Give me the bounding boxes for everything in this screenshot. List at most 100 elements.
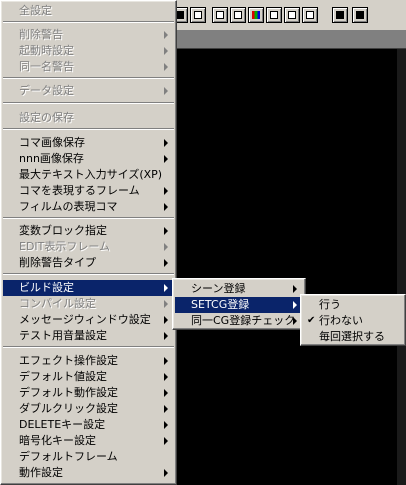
menu-item-frame-representation[interactable]: コマを表現するフレーム: [3, 183, 174, 199]
menu-item-delete-warning-type[interactable]: 削除警告タイプ: [3, 255, 174, 271]
menu-item-variable-block[interactable]: 変数ブロック指定: [3, 223, 174, 239]
option-do[interactable]: 行う: [303, 297, 403, 313]
menu-item-test-volume-settings[interactable]: テスト用音量設定: [3, 328, 174, 344]
menu-item-label: コマを表現するフレーム: [19, 184, 140, 197]
submenu-arrow-icon: [164, 139, 168, 147]
submenu-arrow-icon: [164, 357, 168, 365]
menu-item-label: 同一CG登録チェック: [191, 314, 296, 327]
text-icon[interactable]: [302, 7, 318, 23]
menu-item-behavior-settings[interactable]: 動作設定: [3, 465, 174, 481]
menu-item-label: 変数ブロック指定: [19, 224, 107, 237]
menu-item-compile-settings: コンパイル設定: [3, 296, 174, 312]
submenu-arrow-icon: [164, 437, 168, 445]
menu-item-label: 動作設定: [19, 466, 63, 479]
menu-item-label: 設定の保存: [19, 111, 74, 124]
submenu-arrow-icon: [164, 421, 168, 429]
option-do-not[interactable]: ✔ 行わない: [303, 313, 403, 329]
submenu-item-setcg-registration[interactable]: SETCG登録: [175, 297, 303, 313]
submenu-arrow-icon: [164, 259, 168, 267]
setcg-submenu: 行う ✔ 行わない 毎回選択する: [300, 294, 406, 346]
menu-item-max-text-input-size[interactable]: 最大テキスト入力サイズ(XP): [3, 167, 174, 183]
menu-item-label: 起動時設定: [19, 44, 74, 57]
menu-separator: [3, 21, 174, 23]
submenu-arrow-icon: [164, 31, 168, 39]
menu-item-label: 全設定: [19, 4, 52, 17]
menu-item-label: ダブルクリック設定: [19, 402, 118, 415]
document-titlebar: [168, 31, 406, 49]
settings-menu: 全設定削除警告起動時設定同一名警告データ設定設定の保存コマ画像保存 nnn画像保存…: [0, 0, 177, 485]
checkmark-icon: ✔: [307, 315, 316, 326]
menu-item-default-action-settings[interactable]: デフォルト動作設定: [3, 385, 174, 401]
menu-item-message-window-settings[interactable]: メッセージウィンドウ設定: [3, 312, 174, 328]
menu-separator: [3, 273, 174, 275]
layout-icon[interactable]: [332, 7, 348, 23]
submenu-arrow-icon: [164, 87, 168, 95]
menu-item-label: EDIT表示フレーム: [19, 240, 111, 253]
submenu-arrow-icon: [293, 285, 297, 293]
menu-item-nnn-image-save[interactable]: nnn画像保存: [3, 151, 174, 167]
menu-item-label: コマ画像保存: [19, 136, 85, 149]
menu-item-startup-settings: 起動時設定: [3, 43, 174, 59]
menu-item-label: 毎回選択する: [319, 330, 385, 343]
layout-icon[interactable]: [352, 7, 368, 23]
menu-item-label: DELETEキー設定: [19, 418, 106, 431]
caption-icon[interactable]: [266, 7, 282, 23]
submenu-arrow-icon: [164, 469, 168, 477]
submenu-arrow-icon: [293, 317, 297, 325]
menu-item-label: ビルド設定: [19, 281, 74, 294]
menu-item-double-click-settings[interactable]: ダブルクリック設定: [3, 401, 174, 417]
submenu-arrow-icon: [164, 203, 168, 211]
menu-item-default-value-settings[interactable]: デフォルト値設定: [3, 369, 174, 385]
submenu-arrow-icon: [164, 284, 168, 292]
menu-item-delete-key-settings[interactable]: DELETEキー設定: [3, 417, 174, 433]
window-icon[interactable]: [190, 7, 206, 23]
menu-item-label: デフォルトフレーム: [19, 450, 118, 463]
menu-separator: [3, 128, 174, 130]
submenu-arrow-icon: [164, 227, 168, 235]
menu-item-save-settings: 設定の保存: [3, 110, 174, 126]
submenu-arrow-icon: [164, 47, 168, 55]
menu-item-label: 削除警告: [19, 28, 63, 41]
menu-item-delete-warning: 削除警告: [3, 27, 174, 43]
menu-item-frame-image-save[interactable]: コマ画像保存: [3, 135, 174, 151]
page-icon[interactable]: [230, 7, 246, 23]
menu-item-label: メッセージウィンドウ設定: [19, 313, 151, 326]
menu-item-label: エフェクト操作設定: [19, 354, 118, 367]
menu-separator: [3, 217, 174, 219]
menu-item-label: SETCG登録: [191, 298, 250, 311]
option-ask-each-time[interactable]: 毎回選択する: [303, 329, 403, 345]
submenu-arrow-icon: [164, 155, 168, 163]
list-icon[interactable]: [212, 7, 228, 23]
menu-separator: [3, 77, 174, 79]
menu-item-label: 行わない: [319, 314, 363, 327]
menu-item-label: 暗号化キー設定: [19, 434, 96, 447]
menu-item-all-settings: 全設定: [3, 3, 174, 19]
submenu-arrow-icon: [164, 63, 168, 71]
document-icon[interactable]: [284, 7, 300, 23]
submenu-item-same-cg-check[interactable]: 同一CG登録チェック: [175, 313, 303, 329]
submenu-arrow-icon: [164, 389, 168, 397]
menu-item-label: 同一名警告: [19, 60, 74, 73]
menu-item-effect-operation-settings[interactable]: エフェクト操作設定: [3, 353, 174, 369]
menu-item-label: デフォルト動作設定: [19, 386, 118, 399]
submenu-arrow-icon: [164, 405, 168, 413]
app-toolbar: [168, 0, 406, 31]
menu-item-data-settings: データ設定: [3, 83, 174, 99]
menu-item-film-frame[interactable]: フィルムの表現コマ: [3, 199, 174, 215]
vertical-scrollbar[interactable]: [397, 49, 406, 485]
menu-item-encryption-key-settings[interactable]: 暗号化キー設定: [3, 433, 174, 449]
menu-item-edit-display-frame: EDIT表示フレーム: [3, 239, 174, 255]
menu-item-label: デフォルト値設定: [19, 370, 107, 383]
menu-item-label: テスト用音量設定: [19, 329, 107, 342]
menu-separator: [3, 346, 174, 348]
submenu-arrow-icon: [164, 187, 168, 195]
color-bars-icon[interactable]: [248, 7, 264, 23]
preview-canvas[interactable]: [168, 49, 406, 485]
menu-item-default-frame[interactable]: デフォルトフレーム: [3, 449, 174, 465]
submenu-arrow-icon: [293, 301, 297, 309]
submenu-item-scene-registration[interactable]: シーン登録: [175, 281, 303, 297]
submenu-arrow-icon: [164, 316, 168, 324]
submenu-arrow-icon: [164, 243, 168, 251]
menu-item-label: データ設定: [19, 84, 74, 97]
menu-item-build-settings[interactable]: ビルド設定: [3, 280, 174, 296]
